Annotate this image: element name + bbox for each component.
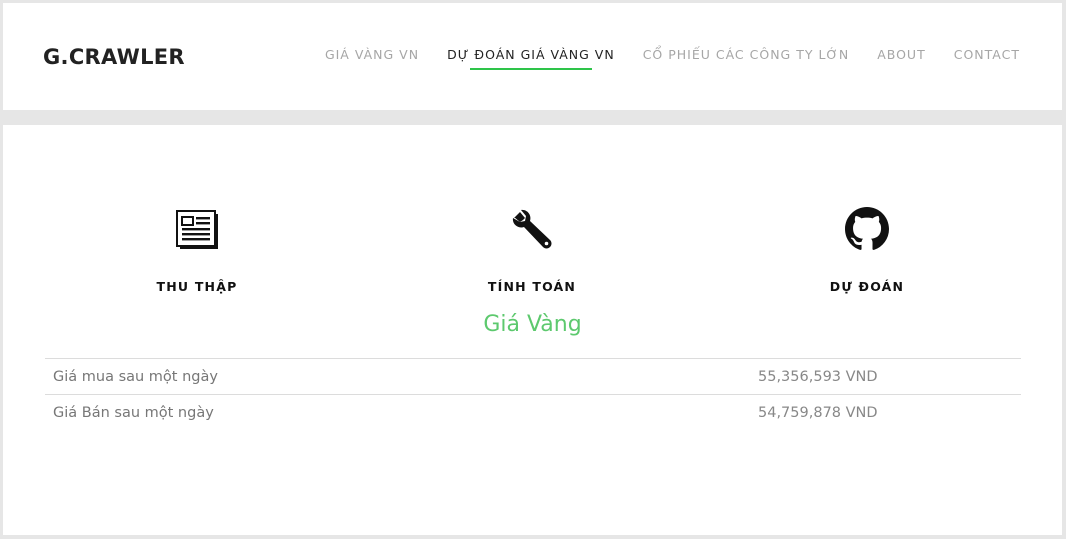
row-label: Giá mua sau một ngày	[53, 369, 218, 385]
feature-du-doan: DỰ ĐOÁN	[757, 207, 977, 295]
feature-thu-thap: THU THẬP	[87, 207, 307, 295]
nav-label: DỰ ĐOÁN GIÁ VÀNG VN	[447, 47, 615, 62]
site-header: G.CRAWLER GIÁ VÀNG VN DỰ ĐOÁN GIÁ VÀNG V…	[3, 3, 1062, 110]
price-table: Giá mua sau một ngày 55,356,593 VND Giá …	[45, 358, 1021, 431]
feature-label: THU THẬP	[156, 279, 238, 294]
newspaper-icon	[176, 210, 218, 249]
active-nav-underline	[470, 68, 592, 70]
wrench-icon	[512, 209, 552, 249]
table-row: Giá Bán sau một ngày 54,759,878 VND	[45, 395, 1021, 431]
nav-du-doan-gia-vang-vn[interactable]: DỰ ĐOÁN GIÁ VÀNG VN	[447, 47, 615, 70]
feature-label: DỰ ĐOÁN	[829, 279, 905, 294]
section-title: Giá Vàng	[483, 312, 582, 337]
main-nav: GIÁ VÀNG VN DỰ ĐOÁN GIÁ VÀNG VN CỔ PHIẾU…	[325, 47, 1020, 70]
feature-label: TÍNH TOÁN	[487, 279, 577, 294]
nav-about[interactable]: ABOUT	[877, 47, 926, 63]
nav-gia-vang-vn[interactable]: GIÁ VÀNG VN	[325, 47, 419, 63]
nav-label: ABOUT	[877, 47, 926, 62]
table-row: Giá mua sau một ngày 55,356,593 VND	[45, 359, 1021, 395]
nav-label: CỔ PHIẾU CÁC CÔNG TY LỚN	[642, 47, 850, 62]
feature-tinh-toan: TÍNH TOÁN	[422, 207, 642, 295]
row-label: Giá Bán sau một ngày	[53, 405, 214, 421]
row-value: 54,759,878 VND	[758, 405, 878, 421]
brand-logo[interactable]: G.CRAWLER	[43, 44, 185, 70]
nav-contact[interactable]: CONTACT	[954, 47, 1020, 63]
main-content: THU THẬP TÍNH TOÁN DỰ ĐOÁN Giá Vàng Giá …	[3, 125, 1062, 535]
github-icon	[845, 207, 889, 250]
nav-label: GIÁ VÀNG VN	[324, 47, 420, 62]
row-value: 55,356,593 VND	[758, 369, 878, 385]
nav-label: CONTACT	[953, 47, 1020, 62]
nav-co-phieu[interactable]: CỔ PHIẾU CÁC CÔNG TY LỚN	[643, 47, 850, 63]
